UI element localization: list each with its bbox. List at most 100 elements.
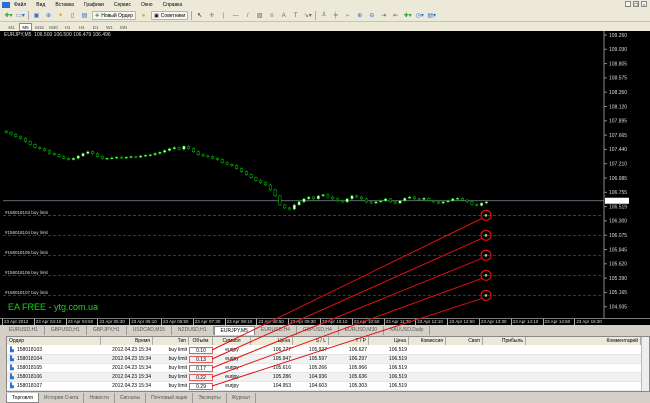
candlestick-icon[interactable]: ╪: [331, 11, 340, 20]
window-controls: _ ❐ ×: [625, 1, 647, 7]
vertical-scrollbar[interactable]: [641, 337, 649, 391]
data-window-icon[interactable]: ⊕: [44, 11, 53, 20]
horizontal-line-icon[interactable]: —: [231, 11, 240, 20]
candle: [240, 168, 243, 172]
chart-tab[interactable]: NZDUSD,H1: [172, 326, 214, 335]
new-order-button[interactable]: ✚ Новый Ордер: [92, 11, 137, 20]
label-icon[interactable]: T: [291, 11, 300, 20]
indicators-icon[interactable]: ✚▾: [403, 11, 412, 20]
column-header[interactable]: Цена: [251, 337, 293, 345]
menu-item-2[interactable]: Вставка: [55, 2, 74, 8]
chart-tab[interactable]: XAUUSD,Daily: [384, 326, 431, 335]
crosshair-icon[interactable]: ✛: [207, 11, 216, 20]
table-row[interactable]: ▙ 158018107 2012.04.23 15:34 buy limit 0.29 e…: [7, 382, 641, 391]
terminal-tab[interactable]: Торговля: [6, 393, 39, 403]
new-chart-icon[interactable]: ✚▾: [4, 11, 13, 20]
text-icon[interactable]: A: [279, 11, 288, 20]
terminal-tab[interactable]: Журнал: [227, 393, 256, 403]
templates-icon[interactable]: ▤▾: [427, 11, 436, 20]
terminal-tab[interactable]: История Счета: [39, 393, 85, 403]
tester-icon[interactable]: ▤: [80, 11, 89, 20]
autoscroll-icon[interactable]: ⇥: [379, 11, 388, 20]
minimize-icon[interactable]: _: [625, 1, 631, 7]
column-header[interactable]: Комментарий: [526, 337, 641, 345]
terminal-tab[interactable]: Эксперты: [193, 393, 227, 403]
column-header[interactable]: Цена: [369, 337, 409, 345]
close-icon[interactable]: ×: [641, 1, 647, 7]
timeframe-m5[interactable]: M5: [19, 22, 32, 31]
timeframe-h4[interactable]: H4: [75, 23, 88, 31]
fibo-icon[interactable]: ≡: [267, 11, 276, 20]
cell-tp: 106.627: [348, 347, 367, 353]
timeframe-d1[interactable]: D1: [89, 23, 102, 31]
table-row[interactable]: ▙ 158018104 2012.04.23 15:34 buy limit 0.13 e…: [7, 355, 641, 364]
timeframe-m15[interactable]: M15: [33, 23, 46, 31]
menu-item-0[interactable]: Файл: [14, 2, 26, 8]
timeframe-h1[interactable]: H1: [61, 23, 74, 31]
expert-advisors-button[interactable]: ▣ Советники: [151, 11, 189, 20]
restore-icon[interactable]: ❐: [633, 1, 639, 7]
chart-tab[interactable]: GBPUSD,H4: [297, 326, 339, 335]
candle: [436, 201, 440, 204]
column-header[interactable]: S / L: [293, 337, 329, 345]
timeframe-m30[interactable]: M30: [47, 23, 60, 31]
menu-item-1[interactable]: Вид: [36, 2, 45, 8]
zoom-in-icon[interactable]: ⊕: [355, 11, 364, 20]
market-watch-icon[interactable]: ▣: [32, 11, 41, 20]
candle: [388, 198, 392, 203]
timeframe-mn[interactable]: MN: [117, 23, 130, 31]
bar-chart-icon[interactable]: ╨: [319, 11, 328, 20]
line-chart-icon[interactable]: ⌐: [343, 11, 352, 20]
menu-item-4[interactable]: Сервис: [114, 2, 131, 8]
menu-item-6[interactable]: Справка: [163, 2, 183, 8]
terminal-icon[interactable]: ▯: [68, 11, 77, 20]
terminal-tab[interactable]: Сигналы: [115, 393, 147, 403]
timeframe-w1[interactable]: W1: [103, 23, 116, 31]
candle: [52, 153, 56, 155]
arrows-icon[interactable]: ↘▾: [303, 11, 312, 20]
menu-item-5[interactable]: Окно: [141, 2, 153, 8]
column-header[interactable]: T / P: [329, 337, 369, 345]
column-header[interactable]: Прибыль: [483, 337, 526, 345]
chart-tab[interactable]: USDCAD,M15: [127, 326, 172, 335]
cursor-icon[interactable]: ↖: [195, 11, 204, 20]
metaeditor-icon[interactable]: ●: [139, 11, 148, 20]
profiles-icon[interactable]: ▭▾: [16, 11, 25, 20]
chart-tab[interactable]: EURUSD,H4: [255, 326, 297, 335]
navigator-icon[interactable]: ✦: [56, 11, 65, 20]
column-header[interactable]: Объём: [189, 337, 213, 345]
candle: [192, 148, 195, 152]
periods-icon[interactable]: ◷▾: [415, 11, 424, 20]
table-row[interactable]: ▙ 158018106 2012.04.23 15:34 buy limit 0.22 e…: [7, 373, 641, 382]
candle: [264, 182, 267, 186]
column-header[interactable]: Время: [101, 337, 153, 345]
terminal-tab[interactable]: Почтовый ящик: [146, 393, 194, 403]
column-header[interactable]: Символ: [213, 337, 251, 345]
vertical-line-icon[interactable]: |: [219, 11, 228, 20]
table-row[interactable]: ▙ 158018103 2012.04.23 15:34 buy limit 0.10 e…: [7, 346, 641, 355]
zoom-out-icon[interactable]: ⊖: [367, 11, 376, 20]
column-header[interactable]: Комиссия: [409, 337, 446, 345]
chart-shift-icon[interactable]: ⇤: [391, 11, 400, 20]
price-label: 105.390: [609, 276, 627, 282]
column-header[interactable]: Тип: [153, 337, 189, 345]
column-header[interactable]: Ордер: [7, 337, 101, 345]
chart-tab[interactable]: EURJPY,M5: [213, 326, 255, 335]
menu-item-3[interactable]: Графики: [84, 2, 104, 8]
column-header[interactable]: Своп: [446, 337, 483, 345]
candle: [153, 153, 157, 155]
terminal-tab[interactable]: Новости: [84, 393, 115, 403]
order-line-label: #158018103 buy limit: [5, 210, 49, 215]
candle: [100, 156, 104, 159]
trendline-icon[interactable]: /: [243, 11, 252, 20]
price-chart[interactable]: 109.260 109.030 108.805 108.575 108.350 108.1…: [0, 31, 650, 325]
timeframe-m1[interactable]: M1: [5, 23, 18, 31]
channel-icon[interactable]: ▨: [255, 11, 264, 20]
bid-price-marker: [605, 197, 629, 204]
candle: [9, 132, 13, 135]
table-row[interactable]: ▙ 158018105 2012.04.23 15:34 buy limit 0.17 e…: [7, 364, 641, 373]
chart-tab[interactable]: GBPJPY,H1: [87, 326, 127, 335]
chart-tab[interactable]: EURUSD,M30: [339, 326, 385, 335]
chart-tab[interactable]: GBPUSD,H1: [45, 326, 87, 335]
chart-tab[interactable]: EURUSD,H1: [3, 326, 45, 335]
